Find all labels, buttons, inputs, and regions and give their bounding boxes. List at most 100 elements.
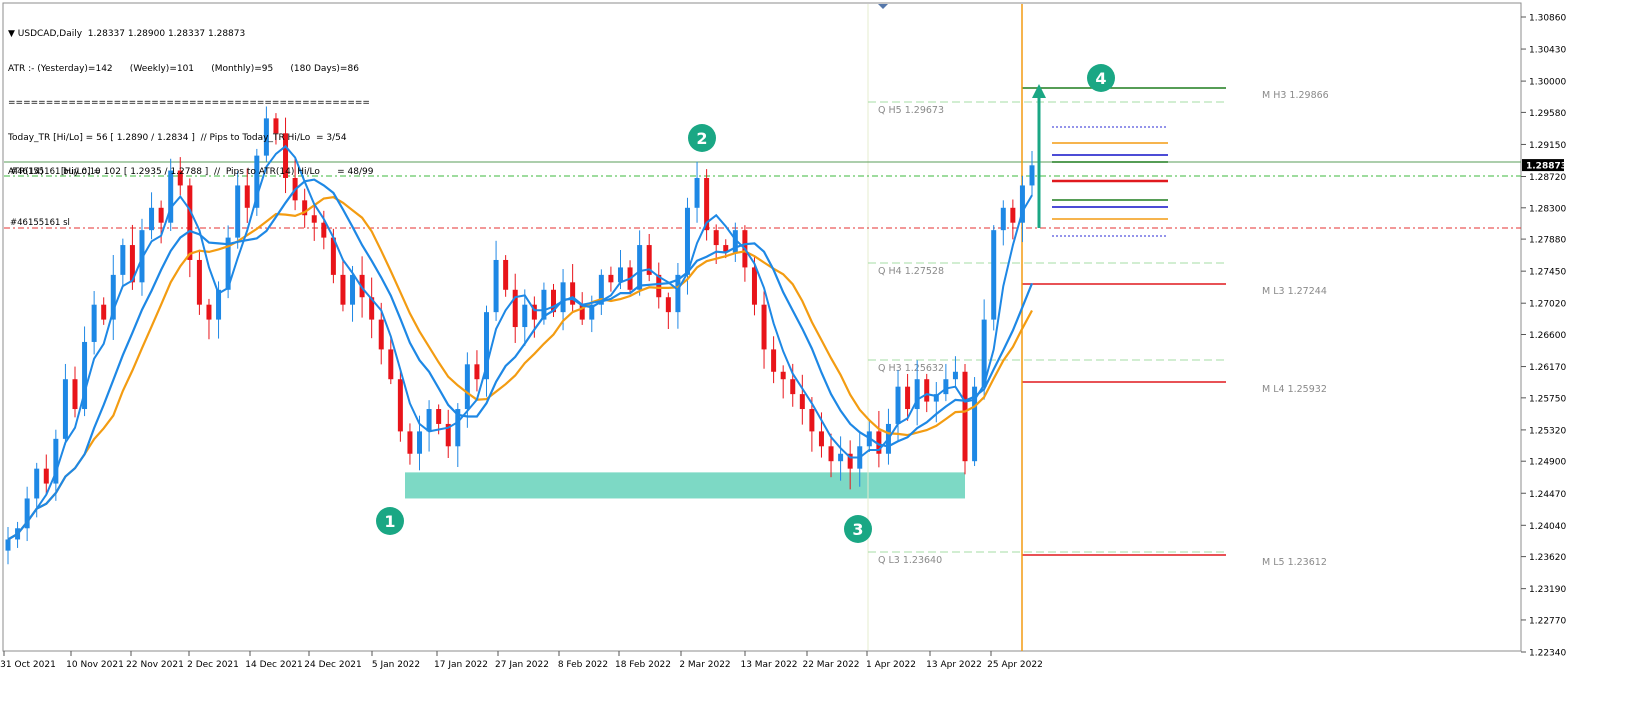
bull-candle <box>426 409 432 432</box>
bull-candle <box>522 304 528 328</box>
bear-candle <box>962 371 968 462</box>
bear-candle <box>751 267 757 305</box>
x-tick-label: 22 Mar 2022 <box>802 660 859 670</box>
y-tick-label: 1.24040 <box>1529 522 1566 532</box>
bear-candle <box>72 379 78 410</box>
m-l5-label: M L5 1.23612 <box>1262 557 1327 568</box>
y-tick-label: 1.30860 <box>1529 14 1566 24</box>
bull-candle <box>62 379 68 439</box>
bull-candle <box>943 379 949 395</box>
bear-candle <box>512 289 518 328</box>
bear-candle <box>340 274 346 305</box>
bull-candle <box>149 207 155 231</box>
y-tick-label: 1.25750 <box>1529 394 1566 404</box>
y-tick-label: 1.27880 <box>1529 236 1566 246</box>
x-tick-label: 22 Nov 2021 <box>126 660 184 670</box>
bear-candle <box>474 364 480 380</box>
bear-candle <box>407 431 413 454</box>
bull-candle <box>991 230 997 320</box>
bull-candle <box>464 364 470 410</box>
symbol-header: ▼ USDCAD,Daily 1.28337 1.28900 1.28337 1… <box>8 29 373 41</box>
x-tick-label: 14 Dec 2021 <box>245 660 303 670</box>
y-tick-label: 1.26170 <box>1529 363 1566 373</box>
bear-candle <box>101 304 107 320</box>
x-tick-label: 27 Jan 2022 <box>495 660 549 670</box>
bear-candle <box>790 379 796 395</box>
y-tick-label: 1.23190 <box>1529 585 1566 595</box>
y-tick-label: 1.22770 <box>1529 616 1566 626</box>
x-tick-label: 13 Apr 2022 <box>926 660 982 670</box>
x-tick-label: 31 Oct 2021 <box>0 660 56 670</box>
bear-candle <box>321 222 327 238</box>
bull-candle <box>350 274 356 305</box>
bear-candle <box>397 379 403 432</box>
y-tick-label: 1.28300 <box>1529 204 1566 214</box>
support-zone <box>405 472 965 499</box>
bear-candle <box>436 409 442 424</box>
bear-candle <box>809 409 815 432</box>
current-price-label: 1.28873 <box>1526 162 1567 172</box>
q-h5-label: Q H5 1.29673 <box>878 105 944 116</box>
x-tick-label: 17 Jan 2022 <box>434 660 488 670</box>
bull-candle <box>617 267 623 283</box>
bull-candle <box>34 468 40 499</box>
bear-candle <box>608 274 614 283</box>
y-tick-label: 1.28720 <box>1529 173 1566 183</box>
bear-candle <box>503 259 509 290</box>
chart-window: #46155161 buy 0.10 #46155161 sl Q H5 1.296… <box>0 0 1627 701</box>
bear-candle <box>905 386 911 410</box>
y-tick-label: 1.30430 <box>1529 46 1566 56</box>
bull-candle <box>895 386 901 424</box>
y-tick-label: 1.25320 <box>1529 426 1566 436</box>
bull-candle <box>694 177 700 208</box>
bear-candle <box>158 207 164 223</box>
q-h3-label: Q H3 1.25632 <box>878 363 944 374</box>
bear-candle <box>311 215 317 223</box>
x-tick-label: 2 Dec 2021 <box>187 660 239 670</box>
bear-candle <box>378 319 384 350</box>
bull-candle <box>1000 207 1006 231</box>
marker-label-2: 2 <box>696 129 707 148</box>
m-h3-label: M H3 1.29866 <box>1262 90 1329 101</box>
bear-candle <box>924 379 930 402</box>
x-tick-label: 5 Jan 2022 <box>372 660 420 670</box>
x-tick-label: 18 Feb 2022 <box>615 660 671 670</box>
x-tick-label: 10 Nov 2021 <box>66 660 124 670</box>
bear-candle <box>206 304 212 320</box>
q-l3-label: Q L3 1.23640 <box>878 555 942 566</box>
q-h4-label: Q H4 1.27528 <box>878 266 944 277</box>
x-tick-label: 24 Dec 2021 <box>304 660 362 670</box>
collapse-triangle-icon[interactable]: ▼ <box>8 29 18 39</box>
m-l4-label: M L4 1.25932 <box>1262 384 1327 395</box>
bear-candle <box>761 304 767 350</box>
y-tick-label: 1.27450 <box>1529 268 1566 278</box>
separator-line: ========================================… <box>8 98 370 108</box>
bear-candle <box>713 230 719 246</box>
bull-candle <box>1029 165 1035 186</box>
bear-candle <box>799 394 805 410</box>
symbol-name: USDCAD,Daily <box>17 29 83 39</box>
m-l3-label: M L3 1.27244 <box>1262 286 1327 297</box>
indicator-info-panel: ▼ USDCAD,Daily 1.28337 1.28900 1.28337 1… <box>8 6 373 202</box>
bear-candle <box>818 431 824 447</box>
x-tick-label: 25 Apr 2022 <box>987 660 1043 670</box>
y-tick-label: 1.29150 <box>1529 141 1566 151</box>
bull-candle <box>560 282 566 313</box>
bear-candle <box>771 349 777 372</box>
bear-candle <box>828 446 834 462</box>
bear-candle <box>43 468 49 484</box>
bear-candle <box>1010 207 1016 223</box>
marker-label-1: 1 <box>384 512 395 531</box>
x-tick-label: 8 Feb 2022 <box>558 660 608 670</box>
atr14-info: ATR(14) [Hi/Lo] = 102 [ 1.2935 / 1.2788 … <box>8 167 374 177</box>
bull-candle <box>91 304 97 342</box>
ohlc-values: 1.28337 1.28900 1.28337 1.28873 <box>87 29 246 39</box>
x-tick-label: 2 Mar 2022 <box>679 660 730 670</box>
x-tick-label: 1 Apr 2022 <box>866 660 916 670</box>
y-tick-label: 1.29580 <box>1529 109 1566 119</box>
bull-candle <box>493 259 499 313</box>
y-tick-label: 1.24470 <box>1529 490 1566 500</box>
bear-candle <box>196 259 202 305</box>
y-tick-label: 1.22340 <box>1529 649 1566 659</box>
y-tick-label: 1.24900 <box>1529 458 1566 468</box>
